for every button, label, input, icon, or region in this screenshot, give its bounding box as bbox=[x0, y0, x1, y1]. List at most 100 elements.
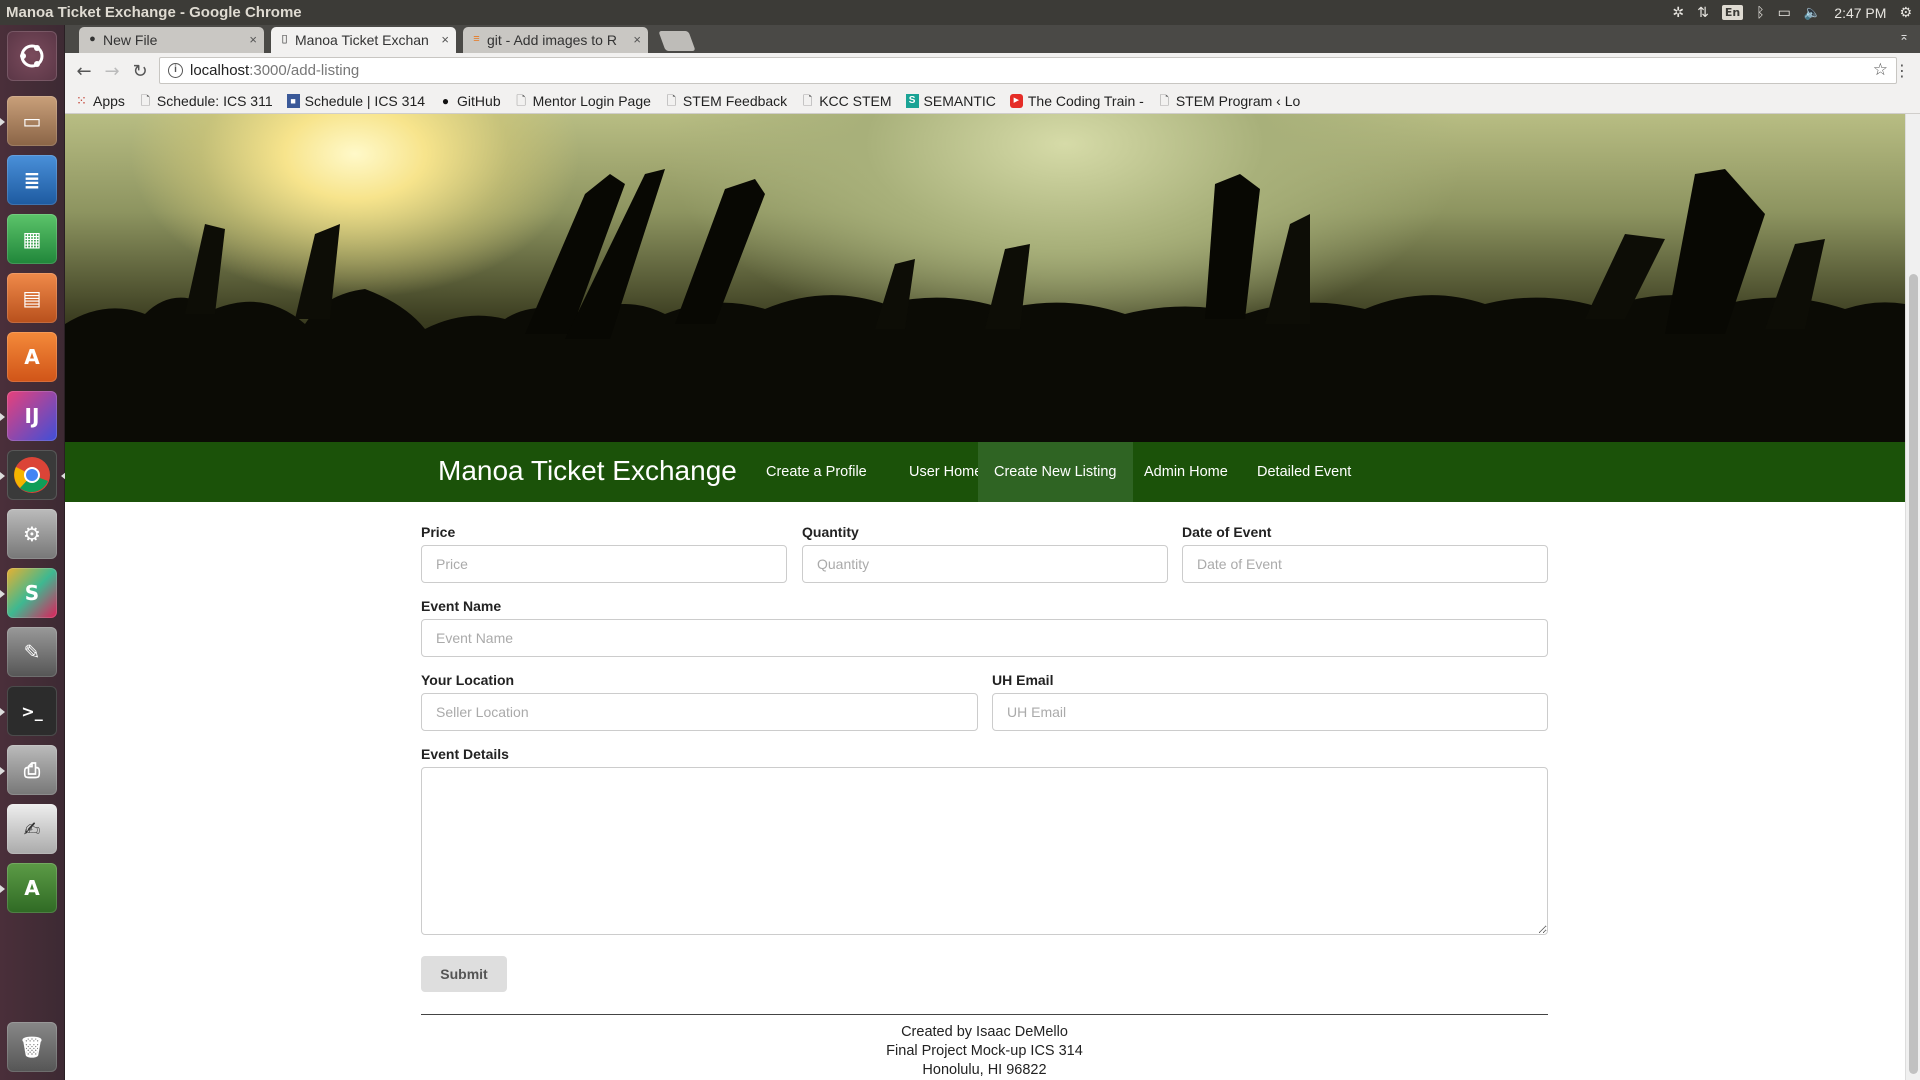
close-icon[interactable]: × bbox=[633, 32, 641, 47]
system-indicators: ✲ ⇅ En ᛒ ▭ 🔈 2:47 PM ⚙ bbox=[1672, 0, 1912, 25]
settings-icon[interactable]: ⚙ bbox=[7, 509, 57, 559]
page-scrollbar[interactable] bbox=[1905, 114, 1920, 1080]
network-transfer-icon[interactable]: ⇅ bbox=[1697, 5, 1709, 21]
back-arrow-icon[interactable]: ← bbox=[70, 61, 98, 82]
bookmark-schedule-ics-311[interactable]: 🗋 Schedule: ICS 311 bbox=[139, 93, 273, 109]
tab-label: git - Add images to R bbox=[487, 32, 617, 48]
software-updater-icon[interactable]: A bbox=[0, 863, 57, 913]
footer-address: Honolulu, HI 96822 bbox=[922, 1062, 1047, 1078]
bookmark-stem-feedback[interactable]: 🗋 STEM Feedback bbox=[665, 93, 788, 109]
site-brand[interactable]: Manoa Ticket Exchange bbox=[438, 455, 737, 487]
volume-icon[interactable]: 🔈 bbox=[1804, 5, 1821, 21]
price-input[interactable] bbox=[421, 545, 787, 583]
tab-label: Manoa Ticket Exchan bbox=[295, 32, 429, 48]
uh-email-label: UH Email bbox=[992, 672, 1054, 688]
page-icon: 🗋 bbox=[516, 94, 526, 108]
system-top-panel: Manoa Ticket Exchange - Google Chrome ✲ … bbox=[0, 0, 1920, 25]
chrome-icon[interactable] bbox=[0, 450, 66, 500]
bookmark-mentor-login[interactable]: 🗋 Mentor Login Page bbox=[515, 93, 651, 109]
text-editor-icon[interactable]: ✍ bbox=[7, 804, 57, 854]
terminal-icon[interactable]: >_ bbox=[0, 686, 57, 736]
nav-create-new-listing[interactable]: Create New Listing bbox=[978, 442, 1133, 502]
forward-arrow-icon[interactable]: → bbox=[98, 61, 126, 82]
info-icon[interactable]: i bbox=[168, 63, 183, 78]
new-tab-button[interactable] bbox=[658, 31, 696, 51]
writer-icon[interactable]: ≣ bbox=[7, 155, 57, 205]
bookmark-label: Apps bbox=[93, 93, 125, 109]
bookmark-label: Mentor Login Page bbox=[532, 93, 651, 109]
page-icon: 🗋 bbox=[802, 94, 813, 108]
blue-square-icon: ■ bbox=[286, 94, 300, 108]
impress-icon[interactable]: ▤ bbox=[7, 273, 57, 323]
clock[interactable]: 2:47 PM bbox=[1834, 5, 1886, 21]
keyboard-layout-indicator[interactable]: En bbox=[1721, 5, 1744, 20]
date-of-event-label: Date of Event bbox=[1182, 524, 1272, 540]
date-of-event-input[interactable] bbox=[1182, 545, 1548, 583]
nav-create-profile[interactable]: Create a Profile bbox=[750, 442, 883, 502]
reload-icon[interactable]: ↻ bbox=[126, 61, 154, 82]
bookmark-kcc-stem[interactable]: 🗋 KCC STEM bbox=[801, 93, 892, 109]
crowd-silhouette bbox=[65, 169, 1905, 442]
nav-detailed-event[interactable]: Detailed Event bbox=[1241, 442, 1367, 502]
close-icon[interactable]: × bbox=[441, 32, 449, 47]
bookmark-coding-train[interactable]: ▶ The Coding Train - bbox=[1009, 93, 1144, 109]
window-title: Manoa Ticket Exchange - Google Chrome bbox=[6, 4, 302, 21]
footer-credit: Created by Isaac DeMello bbox=[901, 1024, 1068, 1040]
window-restore-icon[interactable]: ⌅ bbox=[1896, 29, 1912, 45]
chrome-menu-icon[interactable]: ⋮ bbox=[1894, 61, 1910, 80]
quantity-label: Quantity bbox=[802, 524, 859, 540]
event-details-textarea[interactable] bbox=[421, 767, 1548, 935]
nav-admin-home[interactable]: Admin Home bbox=[1128, 442, 1244, 502]
price-label: Price bbox=[421, 524, 456, 540]
quantity-input[interactable] bbox=[802, 545, 1168, 583]
tab-new-file[interactable]: ● New File × bbox=[79, 27, 264, 53]
tab-manoa-ticket-exchange[interactable]: ▯ Manoa Ticket Exchan × bbox=[271, 27, 456, 53]
bookmark-label: Schedule | ICS 314 bbox=[304, 93, 426, 109]
close-icon[interactable]: × bbox=[249, 32, 257, 47]
ubuntu-launcher: ▭ ≣ ▦ ▤ A IJ ⚙ S ✎ >_ ⎙ ✍ A 🗑 bbox=[0, 25, 66, 1080]
github-icon: ● bbox=[89, 33, 96, 45]
printer-icon[interactable]: ⎙ bbox=[0, 745, 57, 795]
inkscape-icon[interactable]: ✎ bbox=[7, 627, 57, 677]
files-icon[interactable]: ▭ bbox=[0, 96, 57, 146]
slack-icon[interactable]: S bbox=[0, 568, 57, 618]
tab-label: New File bbox=[103, 32, 158, 48]
bookmark-label: STEM Feedback bbox=[682, 93, 788, 109]
event-name-input[interactable] bbox=[421, 619, 1548, 657]
event-name-label: Event Name bbox=[421, 598, 502, 614]
bookmark-label: GitHub bbox=[457, 93, 501, 109]
bookmark-github[interactable]: ● GitHub bbox=[439, 93, 501, 109]
battery-icon[interactable]: ▭ bbox=[1778, 5, 1791, 21]
trash-icon[interactable]: 🗑 bbox=[7, 1022, 57, 1072]
address-bar[interactable]: i localhost:3000/add-listing ☆ bbox=[159, 57, 1897, 84]
bluetooth-icon[interactable]: ᛒ bbox=[1756, 5, 1764, 21]
page-icon: ▯ bbox=[281, 33, 288, 45]
bookmark-stem-program[interactable]: 🗋 STEM Program ‹ Lo bbox=[1158, 93, 1301, 109]
page-icon: 🗋 bbox=[666, 94, 677, 108]
scrollbar-thumb[interactable] bbox=[1909, 274, 1918, 1074]
network-settings-icon[interactable]: ✲ bbox=[1672, 5, 1684, 21]
apps-grid-icon: ⁙ bbox=[76, 93, 87, 108]
ubuntu-dash-icon[interactable] bbox=[7, 31, 57, 81]
bookmark-schedule-ics-314[interactable]: ■ Schedule | ICS 314 bbox=[286, 93, 426, 109]
url-path: :3000/add-listing bbox=[249, 62, 360, 79]
software-center-icon[interactable]: A bbox=[7, 332, 57, 382]
tab-git-add-images[interactable]: ≡ git - Add images to R × bbox=[463, 27, 648, 53]
uh-email-input[interactable] bbox=[992, 693, 1548, 731]
semantic-icon: S bbox=[905, 94, 919, 108]
bookmark-apps[interactable]: ⁙ Apps bbox=[75, 93, 125, 109]
bookmarks-bar: ⁙ Apps 🗋 Schedule: ICS 311 ■ Schedule | ICS… bbox=[65, 89, 1920, 114]
footer-project: Final Project Mock-up ICS 314 bbox=[886, 1043, 1083, 1059]
page-icon: 🗋 bbox=[140, 94, 151, 108]
session-gear-icon[interactable]: ⚙ bbox=[1899, 5, 1912, 21]
page-icon: 🗋 bbox=[1159, 94, 1170, 108]
submit-button[interactable]: Submit bbox=[421, 956, 507, 992]
browser-toolbar: ← → ↻ i localhost:3000/add-listing ☆ ⋮ bbox=[65, 53, 1920, 89]
bookmark-star-icon[interactable]: ☆ bbox=[1873, 60, 1888, 80]
bookmark-semantic[interactable]: S SEMANTIC bbox=[905, 93, 996, 109]
github-icon: ● bbox=[441, 94, 450, 108]
browser-tab-strip: ● New File × ▯ Manoa Ticket Exchan × ≡ g… bbox=[65, 25, 1920, 53]
intellij-icon[interactable]: IJ bbox=[0, 391, 57, 441]
seller-location-input[interactable] bbox=[421, 693, 978, 731]
calc-icon[interactable]: ▦ bbox=[7, 214, 57, 264]
